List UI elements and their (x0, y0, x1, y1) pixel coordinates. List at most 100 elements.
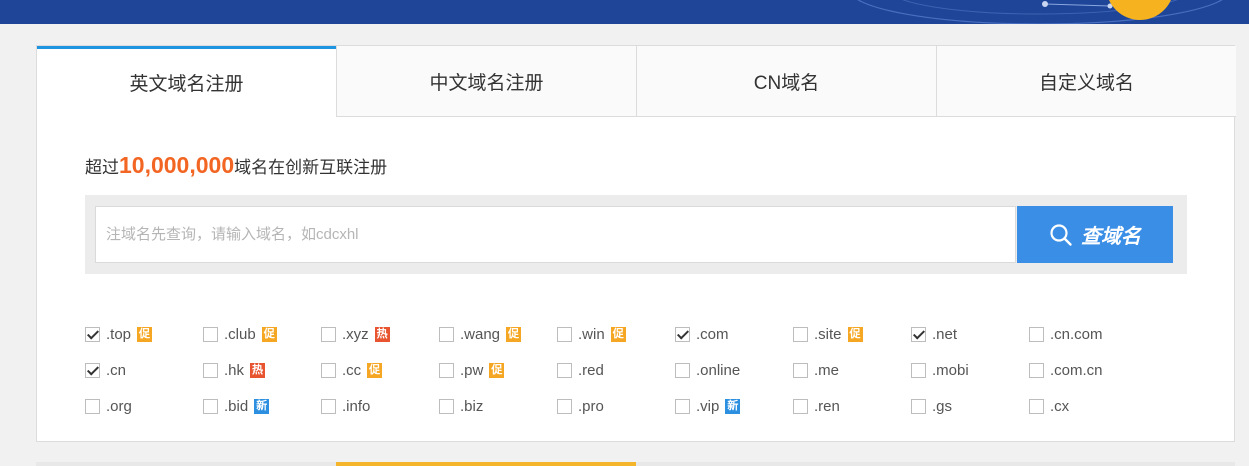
tld-checkbox[interactable] (675, 398, 690, 414)
tab-custom-domain[interactable]: 自定义域名 (936, 46, 1236, 117)
tld-name: .ren (814, 397, 840, 415)
tld-checkbox[interactable] (1029, 326, 1044, 342)
headline: 超过10,000,000域名在创新互联注册 (85, 152, 387, 179)
tld-checkbox[interactable] (557, 362, 572, 378)
headline-prefix: 超过 (85, 158, 119, 177)
tld-option[interactable]: .cn (85, 358, 203, 382)
tld-checkbox[interactable] (85, 398, 100, 414)
tld-option[interactable]: .pw 促 (439, 358, 557, 382)
tld-name: .mobi (932, 361, 969, 379)
tld-option[interactable]: .hk 热 (203, 358, 321, 382)
tld-name: .site (814, 325, 842, 343)
next-section-tabs-edge (36, 462, 1235, 466)
tld-name: .win (578, 325, 605, 343)
tld-checkbox[interactable] (203, 326, 218, 342)
tld-checkbox[interactable] (675, 362, 690, 378)
tld-checkbox[interactable] (557, 326, 572, 342)
search-domain-button[interactable]: 查域名 (1017, 206, 1173, 263)
tld-name: .net (932, 325, 958, 343)
tld-badge-promo: 促 (847, 326, 863, 342)
tld-name: .online (696, 361, 741, 379)
tld-option[interactable]: .info (321, 394, 439, 418)
tld-option[interactable]: .online (675, 358, 793, 382)
tld-badge-promo: 促 (367, 362, 383, 378)
tld-name: .xyz (342, 325, 369, 343)
tld-badge-promo: 促 (261, 326, 277, 342)
tld-checkbox[interactable] (321, 398, 336, 414)
tld-name: .wang (460, 325, 501, 343)
tld-option[interactable]: .bid 新 (203, 394, 321, 418)
domain-tabs: 英文域名注册 中文域名注册 CN域名 自定义域名 (37, 46, 1236, 117)
tld-option[interactable]: .cx (1029, 394, 1147, 418)
tld-option[interactable]: .site 促 (793, 322, 911, 346)
tld-checkbox[interactable] (911, 398, 926, 414)
tld-checkbox[interactable] (439, 326, 454, 342)
tld-checkbox[interactable] (439, 398, 454, 414)
banner-graphic (857, 0, 1223, 24)
tld-option[interactable]: .top 促 (85, 322, 203, 346)
tld-option[interactable]: .cn.com (1029, 322, 1147, 346)
tld-checkbox[interactable] (1029, 398, 1044, 414)
sun-icon (1109, 0, 1171, 20)
tab-english-domain[interactable]: 英文域名注册 (37, 46, 336, 117)
tld-checkbox[interactable] (793, 398, 808, 414)
tld-checkbox[interactable] (203, 362, 218, 378)
tld-checkbox[interactable] (85, 362, 100, 378)
tld-checkbox[interactable] (911, 326, 926, 342)
tld-name: .info (342, 397, 371, 415)
tld-option[interactable]: .cc 促 (321, 358, 439, 382)
tld-option[interactable]: .xyz 热 (321, 322, 439, 346)
tld-name: .pro (578, 397, 604, 415)
tld-name: .org (106, 397, 132, 415)
tld-checkbox[interactable] (439, 362, 454, 378)
tld-name: .top (106, 325, 132, 343)
tld-checkbox[interactable] (321, 326, 336, 342)
search-bar: 查域名 (85, 195, 1187, 274)
tld-name: .club (224, 325, 256, 343)
tld-option[interactable]: .gs (911, 394, 1029, 418)
tld-name: .gs (932, 397, 953, 415)
tld-option[interactable]: .mobi (911, 358, 1029, 382)
tab-cn-domain[interactable]: CN域名 (636, 46, 936, 117)
tld-checkbox[interactable] (675, 326, 690, 342)
tld-option[interactable]: .biz (439, 394, 557, 418)
tld-option[interactable]: .red (557, 358, 675, 382)
tld-checkbox[interactable] (1029, 362, 1044, 378)
tld-option[interactable]: .wang 促 (439, 322, 557, 346)
search-button-label: 查域名 (1081, 226, 1141, 248)
tld-option[interactable]: .club 促 (203, 322, 321, 346)
domain-search-input[interactable] (95, 206, 1016, 263)
tld-badge-new: 新 (725, 398, 741, 414)
tld-name: .cn (106, 361, 127, 379)
tld-checkbox-list: .top 促 .club 促 .xyz 热 .wang 促 .win 促 .com .site 促 .ne… (85, 322, 1205, 430)
tld-option[interactable]: .org (85, 394, 203, 418)
tab-chinese-domain[interactable]: 中文域名注册 (336, 46, 636, 117)
tld-checkbox[interactable] (203, 398, 218, 414)
tld-option[interactable]: .net (911, 322, 1029, 346)
tld-option[interactable]: .me (793, 358, 911, 382)
tld-checkbox[interactable] (557, 398, 572, 414)
domain-search-card: 英文域名注册 中文域名注册 CN域名 自定义域名 超过10,000,000域名在… (36, 45, 1236, 442)
tld-option[interactable]: .com.cn (1029, 358, 1147, 382)
tld-checkbox[interactable] (321, 362, 336, 378)
tld-name: .pw (460, 361, 484, 379)
tld-name: .com.cn (1050, 361, 1103, 379)
tld-checkbox[interactable] (911, 362, 926, 378)
tld-checkbox[interactable] (793, 362, 808, 378)
tld-option[interactable]: .com (675, 322, 793, 346)
tld-name: .red (578, 361, 604, 379)
tld-option[interactable]: .vip 新 (675, 394, 793, 418)
search-icon (1050, 223, 1072, 246)
tld-name: .com (696, 325, 729, 343)
tld-option[interactable]: .ren (793, 394, 911, 418)
tld-name: .vip (696, 397, 720, 415)
tld-name: .cx (1050, 397, 1070, 415)
registered-count: 10,000,000 (119, 152, 235, 178)
tld-checkbox[interactable] (85, 326, 100, 342)
tld-badge-promo: 促 (506, 326, 522, 342)
tld-checkbox[interactable] (793, 326, 808, 342)
tld-option[interactable]: .pro (557, 394, 675, 418)
tld-name: .hk (224, 361, 245, 379)
top-banner (0, 0, 1249, 24)
tld-option[interactable]: .win 促 (557, 322, 675, 346)
